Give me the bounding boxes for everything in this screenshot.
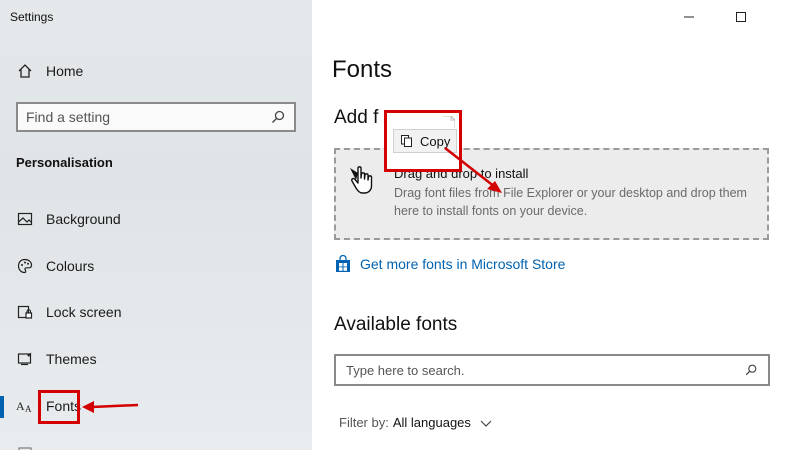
section-heading: Personalisation bbox=[16, 155, 113, 170]
sidebar-item-background[interactable]: Background bbox=[0, 201, 312, 237]
selected-indicator bbox=[0, 396, 4, 418]
sidebar-item-colours[interactable]: Colours bbox=[0, 248, 312, 284]
svg-text:A: A bbox=[16, 399, 25, 413]
microsoft-store-link[interactable]: Get more fonts in Microsoft Store bbox=[334, 254, 566, 273]
hand-cursor-icon bbox=[348, 162, 382, 196]
document-fold-icon bbox=[443, 115, 456, 128]
window-title: Settings bbox=[10, 10, 54, 24]
copy-icon bbox=[400, 134, 414, 148]
language-filter[interactable]: Filter by: All languages bbox=[339, 415, 493, 430]
window-controls bbox=[682, 10, 748, 24]
page-title: Fonts bbox=[332, 56, 393, 83]
fonts-icon: AA bbox=[16, 397, 34, 415]
filter-label: Filter by: bbox=[339, 415, 389, 430]
add-fonts-heading: Add f bbox=[334, 107, 379, 128]
minimize-icon[interactable] bbox=[682, 10, 696, 24]
font-search-box[interactable] bbox=[334, 354, 770, 386]
home-label: Home bbox=[46, 63, 84, 79]
sidebar: Settings Home Personalisation Background… bbox=[0, 0, 312, 450]
maximize-icon[interactable] bbox=[734, 10, 748, 24]
fonts-highlight-box bbox=[38, 390, 80, 424]
store-link-label: Get more fonts in Microsoft Store bbox=[360, 256, 566, 272]
settings-search-box[interactable] bbox=[16, 102, 296, 132]
themes-icon bbox=[16, 350, 34, 368]
home-icon bbox=[16, 62, 34, 80]
home-nav-item[interactable]: Home bbox=[16, 62, 83, 80]
copy-drag-popup: Copy bbox=[384, 110, 462, 172]
main-content: Fonts Add f Drag and drop to install Dra… bbox=[312, 0, 800, 450]
available-fonts-heading: Available fonts bbox=[334, 314, 458, 335]
sidebar-item-partial[interactable] bbox=[0, 434, 312, 450]
search-icon[interactable] bbox=[270, 109, 286, 125]
font-search-input[interactable] bbox=[346, 362, 744, 378]
copy-tooltip: Copy bbox=[393, 129, 457, 153]
lock-screen-icon bbox=[16, 303, 34, 321]
chevron-down-icon bbox=[479, 416, 493, 430]
sidebar-item-label: Background bbox=[46, 211, 121, 227]
sidebar-item-label: Themes bbox=[46, 351, 97, 367]
sidebar-item-label: Lock screen bbox=[46, 304, 122, 320]
picture-icon bbox=[16, 210, 34, 228]
sidebar-item-label: Colours bbox=[46, 258, 95, 274]
start-icon bbox=[16, 443, 34, 450]
search-icon[interactable] bbox=[744, 363, 758, 377]
filter-value: All languages bbox=[392, 415, 471, 430]
copy-tooltip-label: Copy bbox=[420, 133, 451, 149]
palette-icon bbox=[16, 257, 34, 275]
store-bag-icon bbox=[334, 254, 352, 273]
sidebar-item-lock-screen[interactable]: Lock screen bbox=[0, 294, 312, 330]
sidebar-item-themes[interactable]: Themes bbox=[0, 341, 312, 377]
svg-text:A: A bbox=[25, 404, 32, 414]
drop-zone-description: Drag font files from File Explorer or yo… bbox=[394, 186, 747, 218]
settings-search-input[interactable] bbox=[26, 109, 270, 125]
